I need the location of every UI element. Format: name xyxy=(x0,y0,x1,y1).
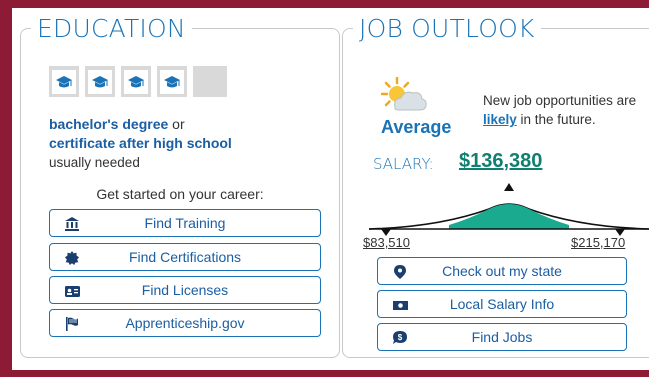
find-jobs-label: Find Jobs xyxy=(471,329,533,345)
education-level-meter xyxy=(49,66,227,97)
salary-distribution-curve xyxy=(368,183,649,236)
get-started-label: Get started on your career: xyxy=(96,186,264,202)
local-salary-label: Local Salary Info xyxy=(449,296,555,312)
find-jobs-button[interactable]: $ Find Jobs xyxy=(377,323,627,351)
salary-label: SALARY: xyxy=(373,155,434,173)
salary-high: $215,170 xyxy=(571,235,626,250)
graduation-cap-icon xyxy=(49,66,79,97)
degree-needed: usually needed xyxy=(49,155,140,170)
apprenticeship-label: Apprenticeship.gov xyxy=(125,315,245,331)
degree-or: or xyxy=(168,116,185,132)
find-training-button[interactable]: Find Training xyxy=(49,209,321,237)
money-icon xyxy=(392,297,408,313)
graduation-cap-icon xyxy=(121,66,151,97)
find-licenses-button[interactable]: Find Licenses xyxy=(49,276,321,304)
outlook-description: New job opportunities are likely in the … xyxy=(483,91,649,129)
check-state-label: Check out my state xyxy=(442,263,562,279)
bank-icon xyxy=(64,216,80,232)
find-certifications-label: Find Certifications xyxy=(128,249,242,265)
svg-text:$: $ xyxy=(398,333,403,342)
find-licenses-label: Find Licenses xyxy=(141,282,229,298)
find-certifications-button[interactable]: Find Certifications xyxy=(49,243,321,271)
apprenticeship-button[interactable]: Apprenticeship.gov xyxy=(49,309,321,337)
graduation-cap-icon xyxy=(157,66,187,97)
find-training-label: Find Training xyxy=(144,215,226,231)
badge-icon xyxy=(64,250,80,266)
dollar-bubble-icon: $ xyxy=(392,330,408,346)
degree-line-1: bachelor's degree xyxy=(49,116,169,132)
salary-low: $83,510 xyxy=(363,235,410,250)
partly-cloudy-icon xyxy=(380,76,427,113)
map-pin-icon xyxy=(392,264,408,280)
outlook-rating: Average xyxy=(381,117,452,137)
education-title: EDUCATION xyxy=(31,13,192,45)
empty-level-box xyxy=(193,66,227,97)
outlook-desc-end: in the future. xyxy=(516,112,596,127)
flag-icon xyxy=(64,316,80,332)
id-card-icon xyxy=(64,283,80,299)
graduation-cap-icon xyxy=(85,66,115,97)
likely-link[interactable]: likely xyxy=(483,112,517,127)
outlook-desc-start: New job opportunities are xyxy=(483,93,637,108)
job-outlook-title: JOB OUTLOOK xyxy=(353,13,541,45)
education-panel: EDUCATION bachelor's degree or certifica… xyxy=(20,13,340,358)
content-area: EDUCATION bachelor's degree or certifica… xyxy=(12,8,649,370)
job-outlook-panel: JOB OUTLOOK Average New job opportunitie… xyxy=(342,13,649,358)
check-out-my-state-button[interactable]: Check out my state xyxy=(377,257,627,285)
local-salary-info-button[interactable]: Local Salary Info xyxy=(377,290,627,318)
degree-requirement: bachelor's degree or certificate after h… xyxy=(49,115,232,172)
salary-median[interactable]: $136,380 xyxy=(459,150,542,173)
degree-line-2: certificate after high school xyxy=(49,135,232,151)
